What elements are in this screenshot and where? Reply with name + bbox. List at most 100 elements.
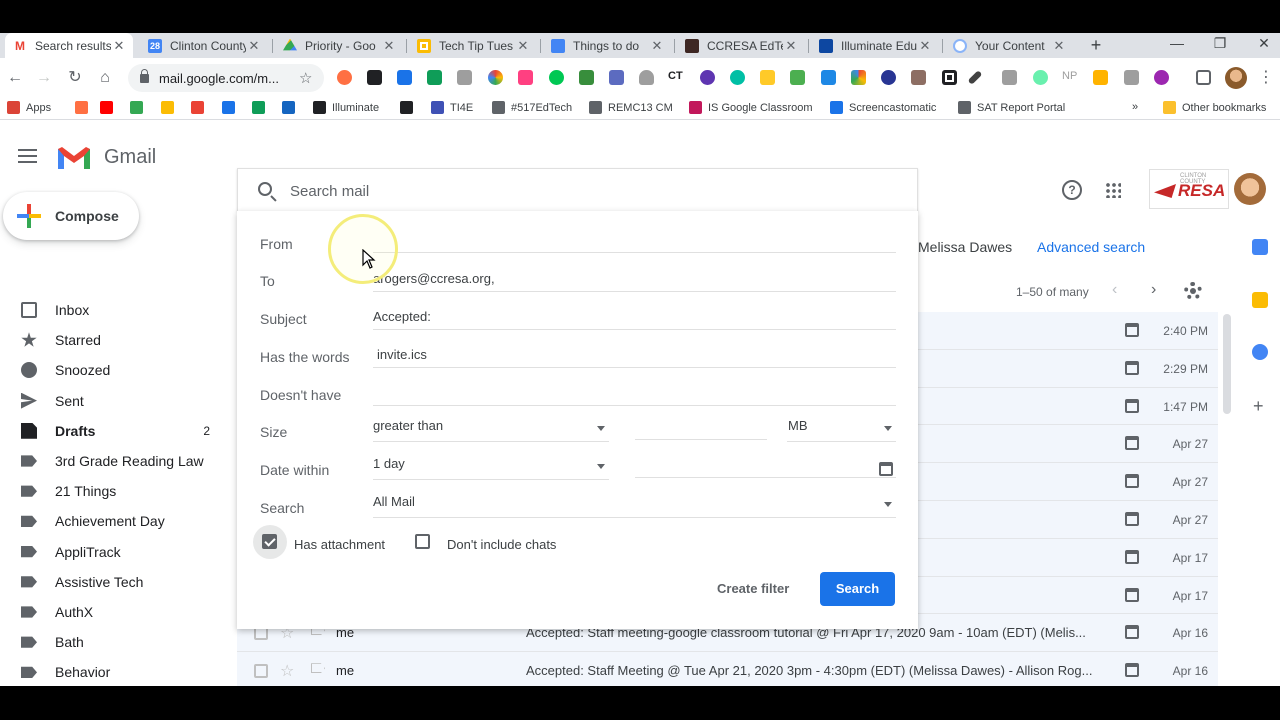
extension-icon[interactable]: [821, 70, 836, 85]
extension-icon[interactable]: [700, 70, 715, 85]
menu-kebab-icon[interactable]: ⋮: [1256, 68, 1276, 88]
sidebar-item-snoozed[interactable]: Snoozed: [0, 355, 225, 385]
close-icon[interactable]: ✕: [515, 38, 531, 54]
bookmark-item[interactable]: [222, 101, 241, 114]
calendar-invite-icon[interactable]: [1125, 587, 1139, 602]
help-icon[interactable]: ?: [1062, 180, 1082, 200]
row-checkbox[interactable]: [254, 664, 268, 679]
bookmark-item[interactable]: SAT Report Portal: [958, 101, 1065, 114]
tasks-icon[interactable]: [1252, 344, 1268, 360]
from-field[interactable]: [373, 227, 896, 253]
back-icon[interactable]: ←: [5, 68, 25, 88]
bookmark-item[interactable]: »: [1132, 101, 1138, 113]
dont-include-chats-checkbox[interactable]: [415, 534, 430, 549]
extension-icon[interactable]: [760, 70, 775, 85]
sidebar-item-assistive-tech[interactable]: Assistive Tech: [0, 567, 225, 597]
extension-icon[interactable]: [609, 70, 624, 85]
compose-button[interactable]: Compose: [3, 192, 139, 240]
search-scope-select[interactable]: All Mail: [373, 494, 896, 518]
sidebar-item-achievement-day[interactable]: Achievement Day: [0, 506, 225, 536]
profile-avatar[interactable]: [1225, 67, 1247, 89]
tab-priority[interactable]: Priority - Goo ✕: [275, 33, 403, 58]
bookmark-item[interactable]: [75, 101, 94, 114]
extension-icon[interactable]: CT: [668, 70, 686, 85]
extension-icon[interactable]: [1033, 70, 1048, 85]
bookmark-item[interactable]: [191, 101, 210, 114]
extension-icon[interactable]: [851, 70, 866, 85]
subject-field[interactable]: [373, 304, 896, 330]
close-icon[interactable]: ✕: [649, 38, 665, 54]
bookmark-item[interactable]: [282, 101, 301, 114]
to-field[interactable]: [373, 266, 896, 292]
calendar-icon[interactable]: [879, 462, 893, 476]
tab-your-content[interactable]: Your Content ✕: [945, 33, 1073, 58]
sidebar-item-starred[interactable]: Starred: [0, 325, 225, 355]
chevron-right-icon[interactable]: ›: [1151, 281, 1156, 299]
tab-illuminate[interactable]: Illuminate Edu ✕: [811, 33, 939, 58]
has-words-field[interactable]: [373, 342, 896, 368]
date-field[interactable]: [635, 452, 896, 478]
sidebar-item-drafts[interactable]: Drafts 2: [0, 416, 225, 446]
star-icon[interactable]: ☆: [280, 661, 294, 681]
apps-grid-icon[interactable]: [1105, 182, 1121, 198]
extension-icon[interactable]: [367, 70, 382, 85]
advanced-search-link[interactable]: Advanced search: [1037, 239, 1145, 255]
bookmark-item[interactable]: Other bookmarks: [1163, 101, 1266, 114]
tab-ccresa-edtech[interactable]: CCRESA EdTec ✕: [677, 33, 805, 58]
calendar-invite-icon[interactable]: [1125, 549, 1139, 564]
close-icon[interactable]: ✕: [783, 38, 799, 54]
search-input[interactable]: [290, 179, 890, 203]
tab-clinton-county[interactable]: 28 Clinton County ✕: [140, 33, 268, 58]
close-icon[interactable]: ✕: [111, 38, 127, 54]
calendar-icon[interactable]: [1252, 239, 1268, 255]
minimize-button[interactable]: —: [1167, 35, 1187, 51]
calendar-invite-icon[interactable]: [1125, 398, 1139, 413]
extension-icon[interactable]: NP: [1062, 70, 1080, 85]
calendar-invite-icon[interactable]: [1125, 360, 1139, 375]
keep-icon[interactable]: [1252, 292, 1268, 308]
sidebar-item-applitrack[interactable]: AppliTrack: [0, 537, 225, 567]
email-row[interactable]: ☆ me Accepted: Staff Meeting @ Tue Apr 21,…: [237, 652, 1218, 686]
new-tab-button[interactable]: +: [1087, 35, 1105, 56]
window-close-button[interactable]: ✕: [1254, 35, 1274, 52]
tab-search-results[interactable]: M Search results ✕: [5, 33, 133, 58]
tab-things-to-do[interactable]: Things to do ✕: [543, 33, 671, 58]
extension-icon[interactable]: [1154, 70, 1169, 85]
close-icon[interactable]: ✕: [1051, 38, 1067, 54]
extension-icon[interactable]: [967, 70, 983, 85]
bookmark-item[interactable]: [252, 101, 271, 114]
chevron-left-icon[interactable]: ‹: [1112, 281, 1117, 299]
address-bar[interactable]: mail.google.com/m...: [128, 64, 324, 92]
main-menu-icon[interactable]: [18, 149, 37, 163]
bookmark-item[interactable]: IS Google Classroom: [689, 101, 813, 114]
sidebar-item-sent[interactable]: Sent: [0, 386, 225, 416]
bookmark-item[interactable]: REMC13 CM: [589, 101, 673, 114]
sidebar-item-21-things[interactable]: 21 Things: [0, 476, 225, 506]
sidebar-item-authx[interactable]: AuthX: [0, 597, 225, 627]
doesnt-have-field[interactable]: [373, 380, 896, 406]
search-button[interactable]: Search: [820, 572, 895, 606]
extension-icon[interactable]: [397, 70, 412, 85]
list-scrollbar[interactable]: [1223, 314, 1231, 414]
important-marker-icon[interactable]: [311, 663, 325, 674]
extension-icon[interactable]: [457, 70, 472, 85]
extension-icon[interactable]: [790, 70, 805, 85]
close-icon[interactable]: ✕: [917, 38, 933, 54]
calendar-invite-icon[interactable]: [1125, 474, 1139, 489]
account-avatar[interactable]: [1234, 173, 1266, 205]
bookmark-item[interactable]: Illuminate: [313, 101, 379, 114]
extension-icon[interactable]: [881, 70, 896, 85]
add-addon-icon[interactable]: +: [1253, 396, 1264, 417]
restore-button[interactable]: ❐: [1210, 35, 1230, 52]
bookmark-star-icon[interactable]: ☆: [299, 69, 312, 87]
calendar-invite-icon[interactable]: [1125, 512, 1139, 526]
bookmark-item[interactable]: Apps: [7, 101, 51, 114]
bookmark-item[interactable]: [100, 101, 119, 114]
home-icon[interactable]: ⌂: [95, 68, 115, 88]
bookmark-item[interactable]: [130, 101, 149, 114]
bookmark-item[interactable]: TI4E: [431, 101, 473, 114]
extension-icon[interactable]: [911, 70, 926, 85]
extension-icon[interactable]: [549, 70, 564, 85]
filter-chip[interactable]: Melissa Dawes: [918, 239, 1012, 255]
extension-icon[interactable]: [730, 70, 745, 85]
